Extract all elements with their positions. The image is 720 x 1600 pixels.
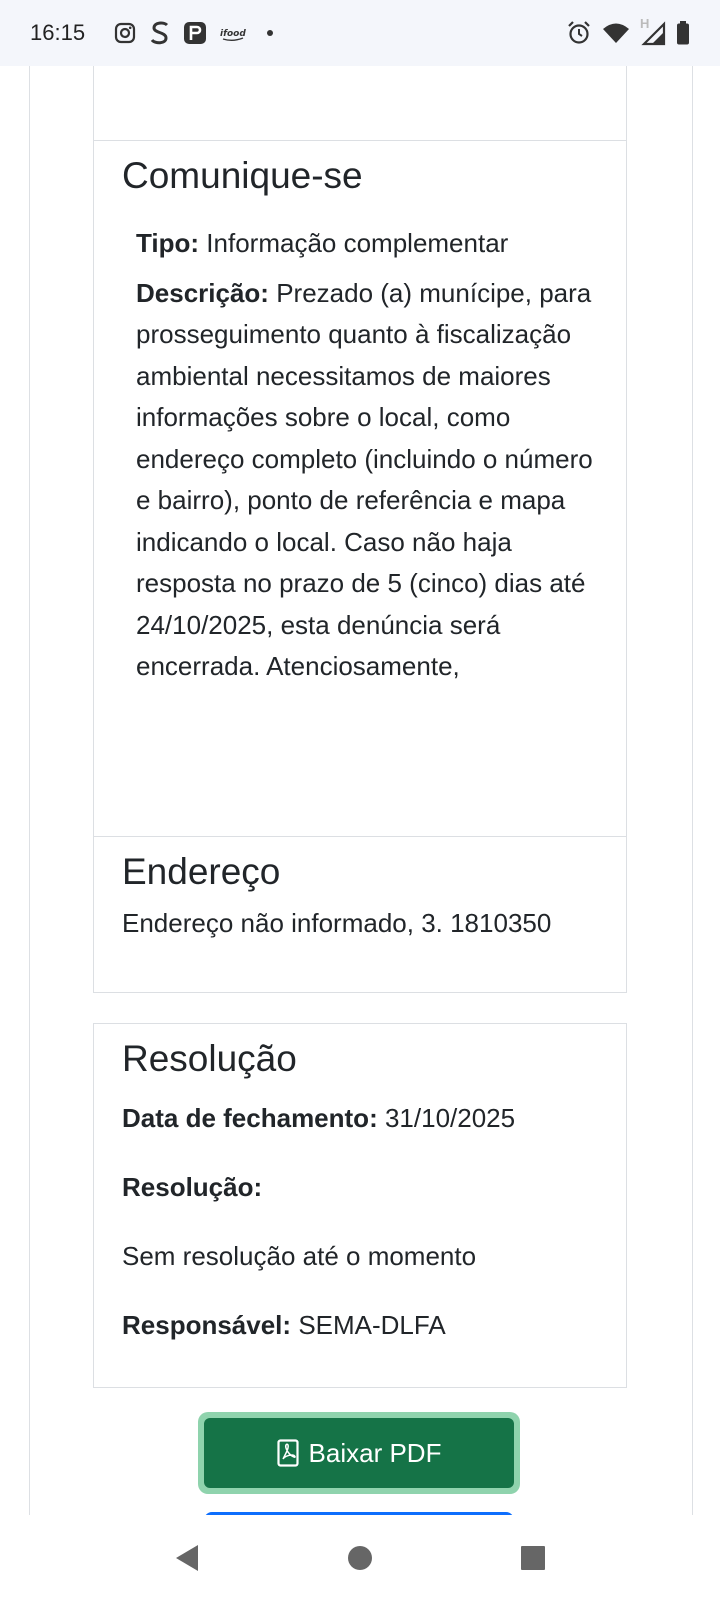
recents-icon (521, 1545, 546, 1570)
battery-icon (676, 20, 690, 46)
comunique-title: Comunique-se (122, 155, 363, 196)
data-fechamento-field: Data de fechamento: 31/10/2025 (122, 1100, 598, 1136)
descricao-label: Descrição: (136, 277, 269, 308)
alarm-icon (566, 20, 592, 46)
tipo-label: Tipo: (136, 228, 200, 258)
descricao-value: Prezado (a) munícipe, para prosseguiment… (136, 277, 593, 682)
pdf-button-focus-ring: Baixar PDF (198, 1412, 520, 1494)
instagram-icon (113, 21, 137, 45)
status-bar: 16:15 ifood H (0, 0, 720, 66)
download-pdf-button[interactable]: Baixar PDF (204, 1418, 514, 1488)
download-pdf-label: Baixar PDF (308, 1437, 442, 1468)
p-app-icon (183, 21, 207, 45)
tipo-value: Informação complementar (206, 228, 509, 258)
s-app-icon (149, 20, 171, 46)
endereco-value: Endereço não informado, 3. 1810350 (122, 908, 552, 938)
data-fechamento-label: Data de fechamento: (122, 1103, 378, 1133)
data-fechamento-value: 31/10/2025 (384, 1103, 516, 1133)
recents-button[interactable] (503, 1528, 563, 1588)
responsavel-field: Responsável: SEMA-DLFA (122, 1307, 598, 1343)
notification-icons: ifood (113, 20, 274, 46)
responsavel-value: SEMA-DLFA (298, 1310, 446, 1340)
page-content[interactable]: Comunique-se Tipo: Informação complement… (0, 66, 720, 1515)
resolucao-title: Resolução (122, 1038, 297, 1079)
resolucao-value: Sem resolução até o momento (122, 1241, 477, 1271)
system-icons: H (566, 16, 690, 46)
comunique-body: Tipo: Informação complementar Descrição:… (122, 223, 598, 688)
resolucao-label: Resolução: (122, 1172, 263, 1202)
descricao-field: Descrição: Prezado (a) munícipe, para pr… (136, 273, 598, 688)
network-type-label: H (640, 16, 650, 31)
file-pdf-icon (276, 1439, 299, 1467)
back-button[interactable] (157, 1528, 217, 1588)
h-network-icon: H (640, 16, 666, 46)
endereco-card: Endereço Endereço não informado, 3. 1810… (93, 836, 627, 993)
resolucao-card: Resolução Data de fechamento: 31/10/2025… (93, 1023, 627, 1388)
comunique-card: Comunique-se Tipo: Informação complement… (93, 140, 627, 875)
status-time: 16:15 (30, 20, 86, 45)
more-notifications-dot (267, 30, 274, 36)
system-nav-bar (0, 1515, 720, 1600)
back-icon (175, 1544, 198, 1571)
ifood-icon: ifood (219, 23, 247, 43)
tipo-field: Tipo: Informação complementar (136, 223, 598, 265)
endereco-title: Endereço (122, 851, 281, 892)
resolucao-field: Resolução: (122, 1169, 598, 1205)
home-button[interactable] (330, 1528, 390, 1588)
responsavel-label: Responsável: (122, 1310, 292, 1340)
wifi-icon (602, 22, 630, 44)
home-icon (347, 1545, 372, 1570)
